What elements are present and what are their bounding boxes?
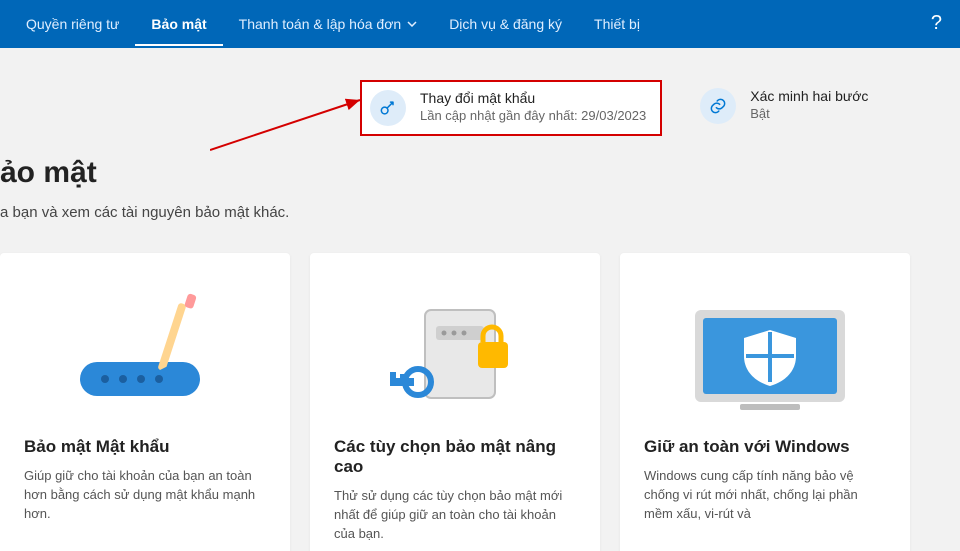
tab-services[interactable]: Dịch vụ & đăng ký — [433, 2, 578, 46]
password-illustration — [24, 277, 266, 427]
windows-illustration — [644, 277, 886, 427]
help-icon[interactable]: ? — [931, 12, 942, 35]
tab-label: Quyền riêng tư — [26, 16, 119, 32]
card-advanced[interactable]: Các tùy chọn bảo mật nâng cao Thử sử dụn… — [310, 253, 600, 551]
page-title: ảo mật — [0, 146, 960, 204]
tile-subtitle: Bật — [750, 106, 868, 121]
card-windows[interactable]: Giữ an toàn với Windows Windows cung cấp… — [620, 253, 910, 551]
key-icon — [370, 90, 406, 126]
tab-label: Bảo mật — [151, 16, 206, 32]
tile-subtitle: Lần cập nhật gần đây nhất: 29/03/2023 — [420, 108, 646, 123]
card-desc: Giúp giữ cho tài khoản của bạn an toàn h… — [24, 467, 266, 524]
tab-security[interactable]: Bảo mật — [135, 2, 222, 46]
tab-label: Dịch vụ & đăng ký — [449, 16, 562, 32]
page-subtitle: a bạn và xem các tài nguyên bảo mật khác… — [0, 204, 960, 221]
tile-text: Xác minh hai bước Bật — [750, 88, 868, 121]
tab-billing[interactable]: Thanh toán & lập hóa đơn — [223, 2, 434, 46]
tab-label: Thanh toán & lập hóa đơn — [239, 16, 402, 32]
quick-links-row: Thay đổi mật khẩu Lần cập nhật gần đây n… — [0, 48, 960, 146]
two-step-tile[interactable]: Xác minh hai bước Bật — [692, 80, 882, 136]
card-desc: Thử sử dụng các tùy chọn bảo mật mới nhấ… — [334, 487, 576, 544]
security-cards: Bảo mật Mật khẩu Giúp giữ cho tài khoản … — [0, 253, 960, 551]
card-title: Giữ an toàn với Windows — [644, 437, 886, 457]
tab-devices[interactable]: Thiết bị — [578, 2, 656, 46]
tab-privacy[interactable]: Quyền riêng tư — [10, 2, 135, 46]
card-password[interactable]: Bảo mật Mật khẩu Giúp giữ cho tài khoản … — [0, 253, 290, 551]
chevron-down-icon — [407, 21, 417, 27]
tile-title: Thay đổi mật khẩu — [420, 90, 646, 106]
card-title: Các tùy chọn bảo mật nâng cao — [334, 437, 576, 477]
link-icon — [700, 88, 736, 124]
advanced-illustration — [334, 277, 576, 427]
change-password-tile[interactable]: Thay đổi mật khẩu Lần cập nhật gần đây n… — [360, 80, 662, 136]
card-title: Bảo mật Mật khẩu — [24, 437, 266, 457]
tile-text: Thay đổi mật khẩu Lần cập nhật gần đây n… — [420, 90, 646, 123]
top-nav: Quyền riêng tư Bảo mật Thanh toán & lập … — [0, 0, 960, 48]
tile-title: Xác minh hai bước — [750, 88, 868, 104]
page-body: ảo mật a bạn và xem các tài nguyên bảo m… — [0, 146, 960, 551]
card-desc: Windows cung cấp tính năng bảo vệ chống … — [644, 467, 886, 524]
tab-label: Thiết bị — [594, 16, 640, 32]
